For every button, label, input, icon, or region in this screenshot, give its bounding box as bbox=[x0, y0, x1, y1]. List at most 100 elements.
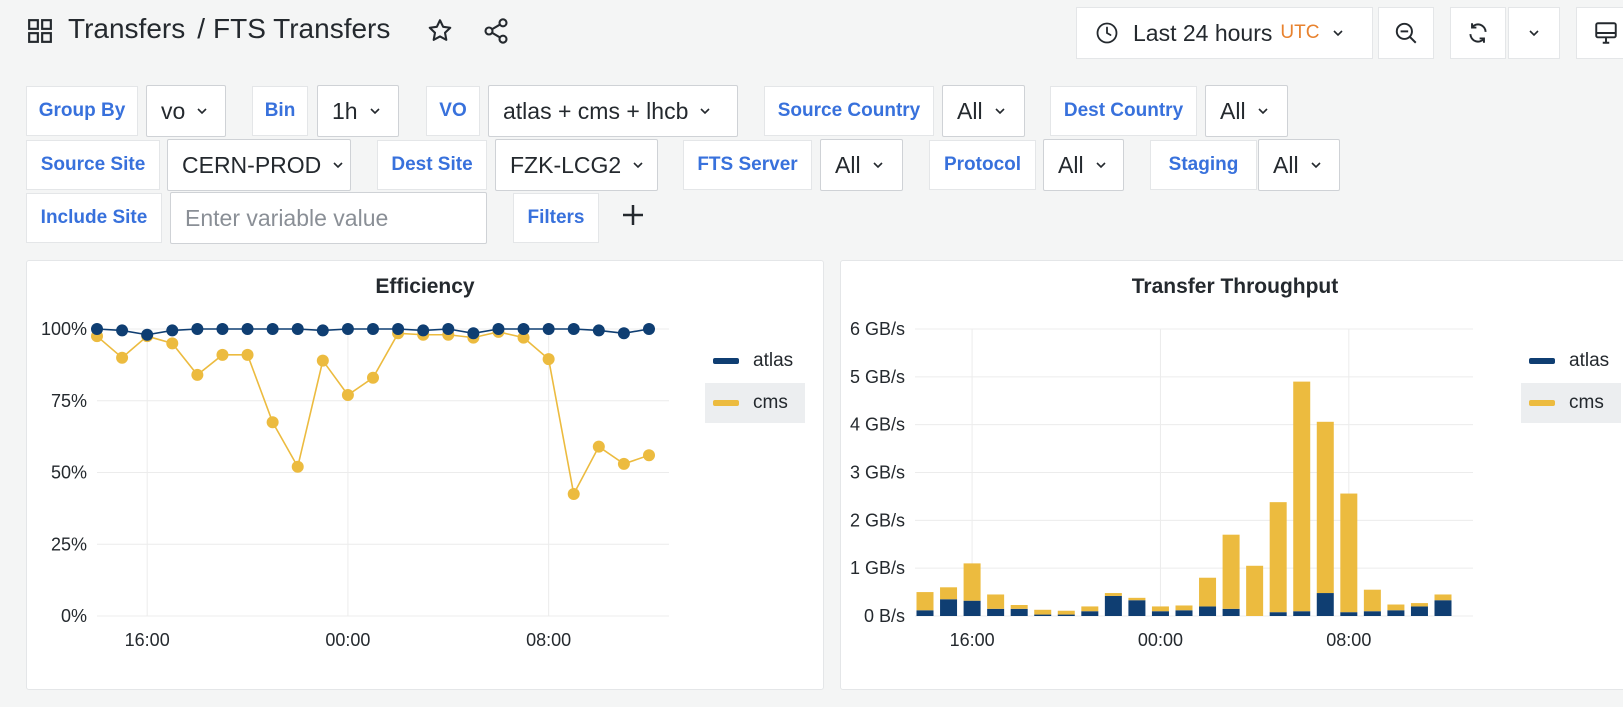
data-point-atlas bbox=[166, 324, 179, 337]
data-point-atlas bbox=[241, 323, 254, 335]
data-point-atlas bbox=[141, 328, 154, 341]
variable-select-vo[interactable]: atlas + cms + lhcb bbox=[488, 85, 738, 137]
time-range-picker[interactable]: Last 24 hours UTC bbox=[1076, 7, 1373, 59]
y-tick-label: 0% bbox=[61, 606, 87, 626]
legend-label: cms bbox=[1569, 392, 1604, 413]
data-point-atlas bbox=[392, 323, 405, 335]
legend-label: atlas bbox=[753, 350, 794, 371]
data-point-cms bbox=[341, 389, 354, 402]
data-point-atlas bbox=[316, 324, 329, 337]
variable-label-group-by: Group By bbox=[26, 86, 138, 136]
bar-cms bbox=[1410, 603, 1428, 607]
legend-item-atlas[interactable]: atlas bbox=[1521, 341, 1621, 381]
data-point-atlas bbox=[542, 323, 555, 335]
bar-atlas bbox=[1151, 611, 1169, 616]
bar-atlas bbox=[1222, 608, 1240, 616]
legend-item-cms[interactable]: cms bbox=[705, 383, 805, 423]
data-point-atlas bbox=[266, 323, 279, 335]
chevron-down-icon bbox=[872, 162, 883, 169]
bar-cms bbox=[1363, 589, 1381, 612]
variable-select-staging[interactable]: All bbox=[1258, 139, 1340, 191]
selected-value: All bbox=[1058, 151, 1084, 178]
bar-cms bbox=[1034, 609, 1052, 615]
legend-item-cms[interactable]: cms bbox=[1521, 383, 1621, 423]
bar-cms bbox=[916, 592, 934, 611]
refresh-button[interactable] bbox=[1450, 7, 1506, 59]
bar-cms bbox=[1387, 604, 1405, 611]
y-tick-label: 1 GB/s bbox=[850, 558, 905, 578]
variable-select-source-site[interactable]: CERN-PROD bbox=[167, 139, 351, 191]
data-point-cms bbox=[216, 348, 229, 361]
data-point-atlas bbox=[567, 323, 580, 335]
data-point-cms bbox=[617, 457, 630, 470]
legend-swatch bbox=[713, 400, 739, 406]
variable-label-protocol: Protocol bbox=[929, 140, 1036, 190]
chevron-down-icon bbox=[1310, 162, 1321, 169]
data-point-cms bbox=[316, 354, 329, 367]
variable-select-source-country[interactable]: All bbox=[942, 85, 1025, 137]
legend-swatch bbox=[713, 358, 739, 364]
legend-swatch bbox=[1529, 400, 1555, 406]
breadcrumb: Transfers / FTS Transfers bbox=[68, 13, 390, 45]
bar-cms bbox=[1104, 593, 1122, 596]
selected-value: All bbox=[1273, 151, 1299, 178]
data-point-atlas bbox=[467, 327, 480, 340]
transfer-throughput-panel: Transfer Throughput 0 B/s 1 GB/s 2 GB/s 3 G… bbox=[840, 260, 1623, 690]
x-tick-label: 08:00 bbox=[526, 630, 571, 650]
bar-atlas bbox=[940, 599, 958, 616]
data-point-atlas bbox=[291, 323, 304, 335]
chevron-down-icon bbox=[197, 108, 207, 115]
bar-atlas bbox=[1010, 608, 1028, 616]
share-icon[interactable] bbox=[482, 17, 510, 45]
data-point-cms bbox=[116, 351, 129, 364]
data-point-cms bbox=[191, 368, 204, 381]
bar-cms bbox=[1151, 606, 1169, 612]
bar-cms bbox=[1199, 577, 1217, 607]
refresh-icon bbox=[1469, 23, 1487, 43]
bar-atlas bbox=[1128, 600, 1146, 616]
data-point-atlas bbox=[116, 324, 129, 337]
y-tick-label: 50% bbox=[51, 463, 87, 483]
refresh-interval-dropdown[interactable] bbox=[1508, 7, 1560, 59]
breadcrumb-separator: / bbox=[197, 13, 205, 44]
data-point-cms bbox=[367, 371, 379, 384]
legend-label: cms bbox=[753, 392, 788, 413]
timezone-label: UTC bbox=[1280, 22, 1320, 43]
legend-item-atlas[interactable]: atlas bbox=[705, 341, 805, 381]
bar-cms bbox=[1175, 605, 1193, 611]
data-point-cms bbox=[592, 440, 605, 453]
y-tick-label: 3 GB/s bbox=[850, 463, 905, 483]
clock-icon bbox=[1096, 22, 1118, 44]
data-point-atlas bbox=[341, 323, 354, 335]
zoom-out-button[interactable] bbox=[1378, 7, 1434, 59]
y-tick-label: 100% bbox=[41, 319, 87, 339]
variable-label-fts-server: FTS Server bbox=[683, 140, 812, 190]
bar-atlas bbox=[1199, 606, 1217, 616]
variable-select-fts-server[interactable]: All bbox=[820, 139, 903, 191]
bar-atlas bbox=[1316, 593, 1334, 616]
add-filter-plus-icon[interactable] bbox=[618, 200, 648, 230]
bar-atlas bbox=[916, 610, 934, 616]
throughput-chart: 0 B/s 1 GB/s 2 GB/s 3 GB/s 4 GB/s 5 GB/s 6 GB/… bbox=[850, 319, 1473, 650]
tv-mode-button[interactable] bbox=[1576, 7, 1623, 59]
data-point-atlas bbox=[417, 324, 430, 337]
apps-grid-icon[interactable] bbox=[27, 18, 53, 44]
variable-select-protocol[interactable]: All bbox=[1043, 139, 1124, 191]
star-icon[interactable] bbox=[426, 17, 454, 45]
y-tick-label: 5 GB/s bbox=[850, 367, 905, 387]
data-point-cms bbox=[291, 460, 304, 473]
bar-atlas bbox=[1410, 606, 1428, 616]
variable-select-group-by[interactable]: vo bbox=[146, 85, 226, 137]
variable-select-bin[interactable]: 1h bbox=[317, 85, 399, 137]
data-point-cms bbox=[166, 337, 179, 350]
variable-select-dest-country[interactable]: All bbox=[1205, 85, 1288, 137]
include-site-input[interactable] bbox=[170, 192, 487, 244]
variable-select-dest-site[interactable]: FZK-LCG2 bbox=[495, 139, 658, 191]
bar-atlas bbox=[987, 608, 1005, 616]
bar-cms bbox=[1434, 594, 1452, 601]
bar-atlas bbox=[1269, 612, 1287, 616]
breadcrumb-parent-folder[interactable]: Transfers bbox=[68, 13, 185, 44]
data-point-atlas bbox=[517, 323, 530, 335]
y-tick-label: 4 GB/s bbox=[850, 415, 905, 435]
bar-atlas bbox=[1057, 614, 1075, 616]
